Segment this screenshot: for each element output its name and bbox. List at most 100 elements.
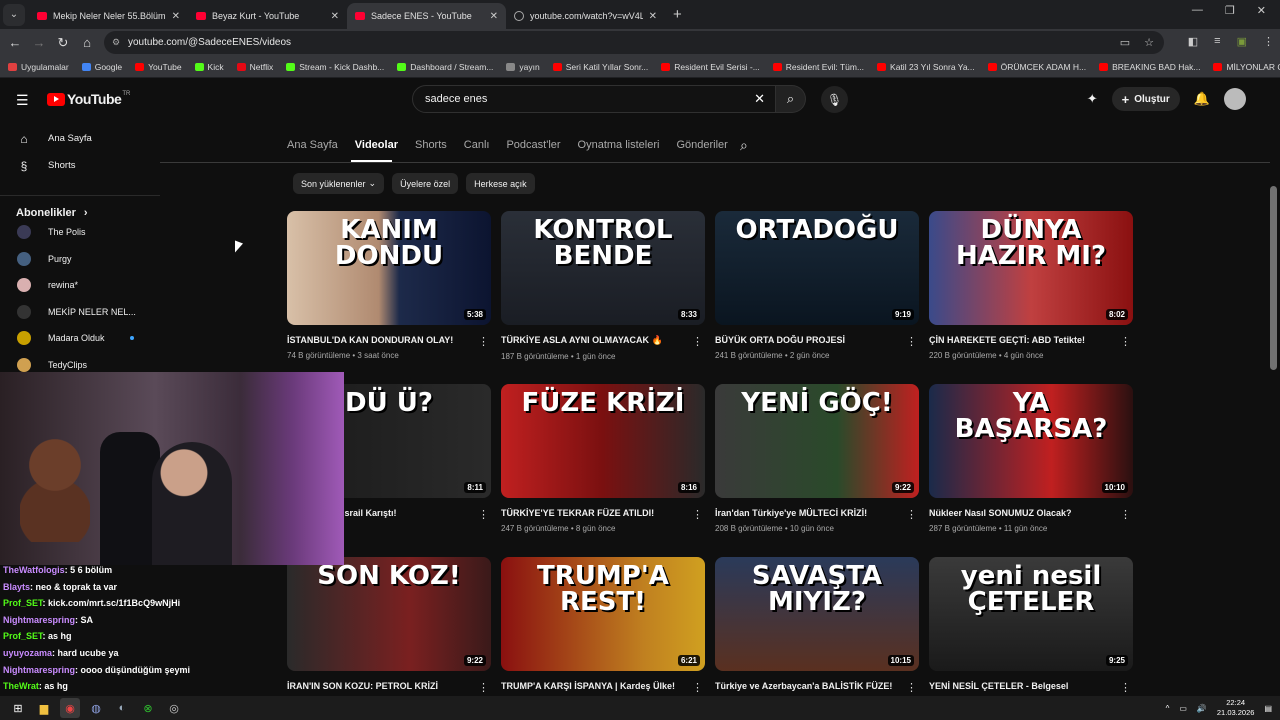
subscription-item[interactable]: rewina*: [0, 272, 160, 299]
video-card[interactable]: DÜNYA HAZIR MI? 8:02 ÇİN HAREKETE GEÇTİ: A…: [929, 211, 1133, 360]
channel-search-icon[interactable]: ⌕: [740, 137, 748, 154]
bookmark-item[interactable]: Netflix: [236, 62, 273, 72]
bookmark-item[interactable]: Dashboard / Stream...: [397, 62, 493, 72]
browser-tab[interactable]: Beyaz Kurt - YouTube ✕: [188, 3, 347, 29]
video-title[interactable]: BÜYÜK ORTA DOĞU PROJESİ: [715, 335, 900, 345]
video-thumbnail[interactable]: KANIM DONDU 5:38: [287, 211, 491, 325]
video-thumbnail[interactable]: yeni nesil ÇETELER 9:25: [929, 557, 1133, 671]
subscriptions-heading[interactable]: Abonelikler ›: [0, 195, 160, 219]
video-card[interactable]: SON KOZ! 9:22 İRAN'IN SON KOZU: PETROL KRİ…: [287, 557, 491, 697]
tab-close-icon[interactable]: ✕: [331, 11, 339, 22]
more-options-icon[interactable]: ⋮: [906, 681, 917, 694]
subscription-item[interactable]: The Polis: [0, 219, 160, 246]
video-title[interactable]: İSTANBUL'DA KAN DONDURAN OLAY!: [287, 335, 472, 345]
video-card[interactable]: YENİ GÖÇ! 9:22 İran'dan Türkiye'ye MÜLTECİ…: [715, 384, 919, 533]
more-options-icon[interactable]: ⋮: [692, 681, 703, 694]
steam-icon[interactable]: ◐: [112, 698, 132, 718]
video-card[interactable]: ORTADOĞU 9:19 BÜYÜK ORTA DOĞU PROJESİ 241 B…: [715, 211, 919, 360]
more-options-icon[interactable]: ⋮: [478, 335, 489, 348]
bookmark-item[interactable]: yayın: [506, 62, 540, 72]
video-thumbnail[interactable]: SAVAŞTA MIYIZ? 10:15: [715, 557, 919, 671]
bookmark-item[interactable]: Seri Katil Yıllar Sonr...: [552, 62, 648, 72]
bookmark-item[interactable]: Kick: [194, 62, 224, 72]
url-text[interactable]: youtube.com/@SadeceENES/videos: [128, 37, 291, 48]
video-thumbnail[interactable]: SON KOZ! 9:22: [287, 557, 491, 671]
bookmark-item[interactable]: Uygulamalar: [8, 62, 69, 72]
bookmark-item[interactable]: ÖRÜMCEK ADAM H...: [987, 62, 1086, 72]
reading-list-icon[interactable]: ≡: [1214, 35, 1220, 48]
tab-close-icon[interactable]: ✕: [490, 11, 498, 22]
subscription-item[interactable]: Purgy: [0, 246, 160, 273]
filter-chip[interactable]: Herkese açık: [466, 173, 535, 194]
notifications-bell-icon[interactable]: 🔔: [1194, 91, 1210, 107]
restore-icon[interactable]: ❐: [1225, 4, 1235, 17]
tab-gönderiler[interactable]: Gönderiler: [676, 139, 727, 151]
more-options-icon[interactable]: ⋮: [478, 681, 489, 694]
video-title[interactable]: TRUMP'A KARŞI İSPANYA | Kardeş Ülke!: [501, 681, 686, 691]
search-button[interactable]: ⌕: [776, 85, 806, 113]
network-icon[interactable]: ▭: [1179, 704, 1187, 713]
windows-start-icon[interactable]: ⊞: [8, 698, 28, 718]
search-input[interactable]: sadece enes ✕: [412, 85, 776, 113]
video-card[interactable]: YA BAŞARSA? 10:10 Nükleer Nasıl SONUMUZ Ol…: [929, 384, 1133, 533]
bookmark-item[interactable]: MİLYONLAR ÇALAR...: [1213, 62, 1280, 72]
tab-videolar[interactable]: Videolar: [355, 139, 398, 151]
bookmark-item[interactable]: YouTube: [135, 62, 182, 72]
new-tab-button[interactable]: +: [673, 6, 682, 23]
video-thumbnail[interactable]: DÜNYA HAZIR MI? 8:02: [929, 211, 1133, 325]
minimize-icon[interactable]: —: [1192, 4, 1203, 17]
tab-podcast-ler[interactable]: Podcast'ler: [506, 139, 560, 151]
video-thumbnail[interactable]: KONTROL BENDE 8:33: [501, 211, 705, 325]
account-avatar[interactable]: [1224, 88, 1246, 110]
video-title[interactable]: Nükleer Nasıl SONUMUZ Olacak?: [929, 508, 1114, 518]
video-thumbnail[interactable]: YENİ GÖÇ! 9:22: [715, 384, 919, 498]
video-card[interactable]: SAVAŞTA MIYIZ? 10:15 Türkiye ve Azerbaycan…: [715, 557, 919, 697]
chrome-icon[interactable]: ◉: [60, 698, 80, 718]
back-icon[interactable]: ←: [3, 35, 27, 50]
bookmark-item[interactable]: Resident Evil: Tüm...: [772, 62, 864, 72]
filter-chip[interactable]: Üyelere özel: [392, 173, 459, 194]
sidebar-item-shorts[interactable]: § Shorts: [0, 152, 160, 179]
video-card[interactable]: KANIM DONDU 5:38 İSTANBUL'DA KAN DONDURAN …: [287, 211, 491, 360]
more-options-icon[interactable]: ⋮: [692, 508, 703, 521]
tab-search-chevron-icon[interactable]: ⌄: [3, 3, 25, 26]
page-scrollbar[interactable]: [1270, 186, 1277, 370]
tab-close-icon[interactable]: ✕: [172, 11, 180, 22]
more-options-icon[interactable]: ⋮: [906, 508, 917, 521]
tab-close-icon[interactable]: ✕: [649, 11, 657, 22]
create-button[interactable]: + Oluştur: [1111, 87, 1180, 111]
extensions-icon[interactable]: ◧: [1188, 35, 1198, 48]
sidebar-item-ana-sayfa[interactable]: ⌂ Ana Sayfa: [0, 125, 160, 152]
video-thumbnail[interactable]: ORTADOĞU 9:19: [715, 211, 919, 325]
volume-icon[interactable]: 🔊: [1197, 704, 1207, 713]
browser-tab[interactable]: youtube.com/watch?v=wV4LGt ✕: [506, 3, 665, 29]
more-options-icon[interactable]: ⋮: [478, 508, 489, 521]
gemini-icon[interactable]: ✦: [1087, 91, 1098, 107]
xbox-icon[interactable]: ⊗: [138, 698, 158, 718]
video-thumbnail[interactable]: YA BAŞARSA? 10:10: [929, 384, 1133, 498]
bookmark-item[interactable]: BREAKING BAD Hak...: [1099, 62, 1200, 72]
tab-canlı[interactable]: Canlı: [464, 139, 490, 151]
video-title[interactable]: İran'dan Türkiye'ye MÜLTECİ KRİZİ!: [715, 508, 900, 518]
bookmark-item[interactable]: Stream - Kick Dashb...: [286, 62, 384, 72]
filter-chip[interactable]: Son yüklenenler ⌄: [293, 173, 385, 194]
bookmark-item[interactable]: Katil 23 Yıl Sonra Ya...: [877, 62, 975, 72]
reload-icon[interactable]: ↻: [51, 35, 75, 51]
browser-tab[interactable]: Mekip Neler Neler 55.Bölüm 8A ✕: [29, 3, 188, 29]
video-card[interactable]: FÜZE KRİZİ 8:16 TÜRKİYE'YE TEKRAR FÜZE ATI…: [501, 384, 705, 533]
bookmark-item[interactable]: Resident Evil Serisi -...: [661, 62, 760, 72]
subscription-item[interactable]: Madara Olduk: [0, 325, 160, 352]
more-options-icon[interactable]: ⋮: [1120, 335, 1131, 348]
tab-ana-sayfa[interactable]: Ana Sayfa: [287, 139, 338, 151]
more-options-icon[interactable]: ⋮: [1120, 508, 1131, 521]
video-title[interactable]: ÇİN HAREKETE GEÇTİ: ABD Tetikte!: [929, 335, 1114, 345]
tab-oynatma-listeleri[interactable]: Oynatma listeleri: [578, 139, 660, 151]
obs-icon[interactable]: ◎: [164, 698, 184, 718]
video-card[interactable]: KONTROL BENDE 8:33 TÜRKİYE ASLA AYNI OLMAY…: [501, 211, 705, 361]
home-browser-icon[interactable]: ⌂: [75, 35, 99, 50]
file-explorer-icon[interactable]: ▆: [34, 698, 54, 718]
address-bar[interactable]: ⚙ youtube.com/@SadeceENES/videos ▭ ☆: [104, 31, 1164, 54]
video-card[interactable]: yeni nesil ÇETELER 9:25 YENİ NESİL ÇETELER…: [929, 557, 1133, 697]
video-thumbnail[interactable]: FÜZE KRİZİ 8:16: [501, 384, 705, 498]
more-options-icon[interactable]: ⋮: [1120, 681, 1131, 694]
